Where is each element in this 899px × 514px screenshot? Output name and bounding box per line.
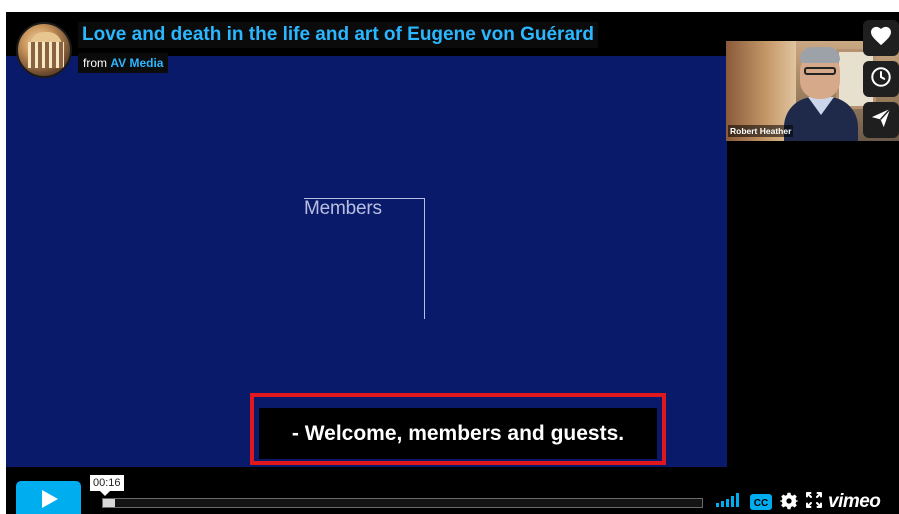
share-button[interactable] [863, 102, 899, 138]
video-byline: from AV Media [78, 53, 169, 73]
progress-played [103, 499, 115, 507]
channel-avatar[interactable] [16, 22, 72, 78]
settings-button[interactable] [780, 492, 798, 514]
like-button[interactable] [863, 20, 899, 56]
progress-bar[interactable] [102, 498, 703, 508]
player-controls: 00:16 CC vimeo [6, 467, 899, 514]
volume-button[interactable] [716, 492, 742, 512]
gear-icon [780, 492, 798, 514]
heart-icon [870, 26, 892, 51]
clock-icon [870, 66, 892, 93]
fullscreen-icon [806, 491, 822, 513]
video-player[interactable]: Members Love and death in the life and a… [6, 12, 899, 514]
caption-text: - Welcome, members and guests. [259, 408, 657, 459]
play-icon [38, 488, 60, 514]
timecode-tooltip: 00:16 [90, 475, 124, 496]
volume-bars-icon [716, 492, 742, 512]
author-link[interactable]: AV Media [110, 56, 163, 70]
video-title[interactable]: Love and death in the life and art of Eu… [78, 22, 599, 48]
fullscreen-button[interactable] [806, 491, 822, 513]
slide-label: Members [304, 198, 382, 219]
play-button[interactable] [16, 481, 81, 514]
byline-prefix: from [83, 56, 107, 70]
watch-later-button[interactable] [863, 61, 899, 97]
closed-captions-button[interactable]: CC [750, 494, 772, 510]
vimeo-logo[interactable]: vimeo [828, 491, 881, 513]
speaker-name: Robert Heather [728, 125, 794, 137]
paper-plane-icon [870, 107, 892, 134]
svg-text:CC: CC [754, 498, 768, 509]
cc-icon: CC [750, 494, 772, 510]
